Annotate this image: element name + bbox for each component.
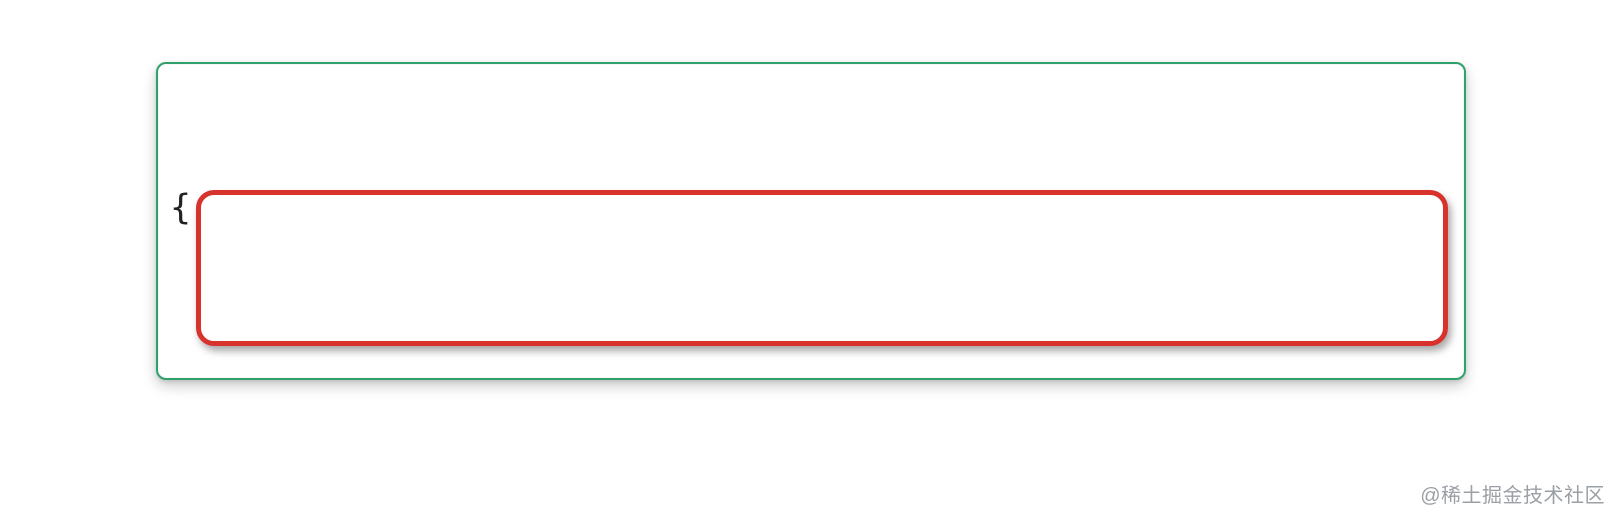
watermark-text: @稀土掘金技术社区 bbox=[1420, 479, 1605, 508]
code-card: { // `isInputPending` is not available. … bbox=[156, 62, 1466, 380]
brace-open: { bbox=[170, 188, 192, 228]
code-line-2: // `isInputPending` is not available. Si… bbox=[170, 376, 1464, 380]
code-line-1: { bbox=[170, 184, 1464, 232]
code-block: { // `isInputPending` is not available. … bbox=[170, 88, 1464, 380]
